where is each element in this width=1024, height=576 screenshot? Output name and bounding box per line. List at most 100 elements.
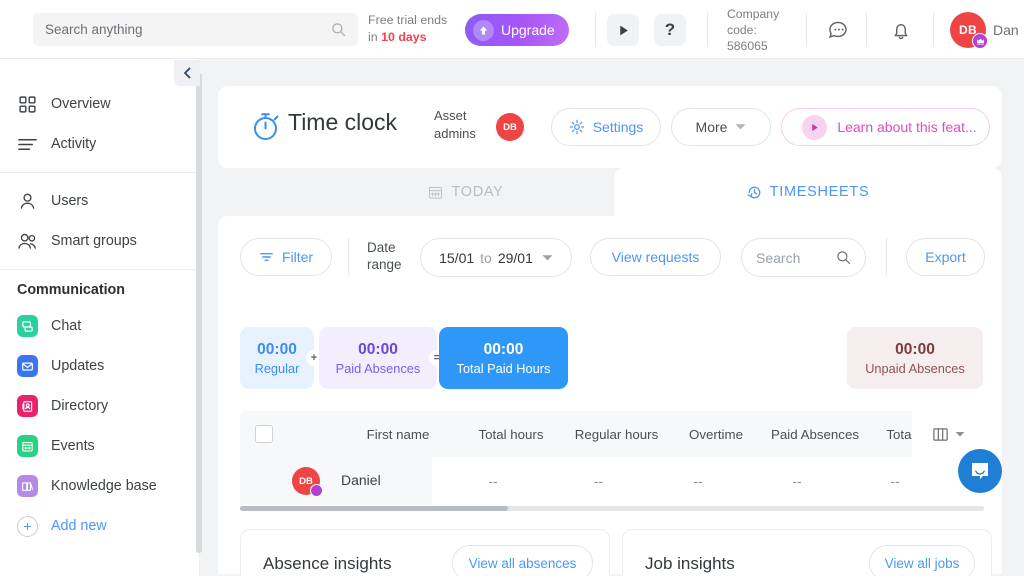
chat-icon [17, 315, 38, 337]
table-row[interactable]: DB Daniel -- -- -- -- -- [240, 457, 984, 505]
tab-today[interactable]: TODAY [318, 168, 614, 216]
sidebar-item-label: Activity [51, 136, 97, 152]
sidebar-item-overview[interactable]: Overview [0, 84, 199, 124]
tab-timesheets[interactable]: TIMESHEETS [614, 168, 1002, 216]
select-all-checkbox[interactable] [255, 425, 273, 443]
column-paid-absences[interactable]: Paid Absences [758, 427, 872, 442]
lines-icon [17, 137, 38, 152]
absence-insights-title: Absence insights [263, 554, 392, 573]
library-icon [17, 475, 38, 497]
absence-insights-card: Absence insights View all absences [240, 529, 610, 576]
row-avatar: DB [292, 467, 323, 497]
sidebar: Overview Activity Users Smart groups Com… [0, 59, 200, 576]
sidebar-item-updates[interactable]: Updates [0, 346, 199, 386]
upgrade-button[interactable]: Upgrade [465, 14, 569, 46]
export-label: Export [925, 249, 966, 265]
row-total-hours: -- [488, 473, 498, 489]
sidebar-item-chat[interactable]: Chat [0, 306, 199, 346]
history-icon [747, 186, 761, 198]
more-button[interactable]: More [671, 108, 771, 146]
sidebar-item-users[interactable]: Users [0, 181, 199, 221]
row-avatar-initials: DB [299, 475, 313, 487]
sidebar-add-new-button[interactable]: + Add new [0, 506, 199, 546]
sidebar-item-knowledge-base[interactable]: Knowledge base [0, 466, 199, 506]
table-horizontal-scrollbar[interactable] [240, 506, 984, 511]
row-first-name: Daniel [341, 472, 381, 488]
table-header: First name Total hours Regular hours Ove… [240, 411, 984, 457]
stat-unpaid-label: Unpaid Absences [865, 360, 965, 376]
more-label: More [695, 119, 728, 135]
messages-button[interactable] [824, 16, 854, 46]
timesheets-panel: Filter Date range 15/01 to 29/01 View re… [218, 216, 1002, 576]
export-button[interactable]: Export [906, 238, 985, 276]
grid-icon [17, 95, 38, 113]
crown-badge-icon [972, 33, 988, 49]
learn-feature-label: Learn about this feat... [837, 119, 977, 135]
view-all-jobs-label: View all jobs [884, 555, 960, 571]
filter-button[interactable]: Filter [240, 238, 332, 276]
time-clock-header-card: Time clock Asset admins DB Settings More… [218, 86, 1002, 168]
support-chat-button[interactable] [958, 449, 1002, 493]
row-total-pay: -- [890, 473, 900, 489]
date-range-label-text: Date range [367, 240, 402, 272]
job-insights-title: Job insights [645, 554, 735, 573]
stopwatch-icon [249, 109, 283, 148]
search-icon [837, 251, 851, 265]
stat-unpaid-value: 00:00 [895, 340, 935, 358]
stat-paid-absences-value: 00:00 [358, 340, 398, 358]
date-range-selector[interactable]: 15/01 to 29/01 [420, 238, 572, 277]
toolbar-divider-2 [886, 238, 887, 276]
help-label: ? [664, 20, 676, 39]
column-regular-hours[interactable]: Regular hours [559, 427, 674, 442]
column-first-name[interactable]: First name [333, 427, 463, 442]
users-icon [17, 232, 38, 251]
sidebar-scrollbar[interactable] [196, 73, 202, 553]
columns-icon [932, 427, 948, 441]
notifications-button[interactable] [886, 16, 916, 46]
help-button[interactable]: ? [654, 14, 686, 46]
sidebar-item-label: Directory [51, 398, 109, 414]
sidebar-item-label: Chat [51, 318, 82, 334]
divider-5 [933, 13, 934, 46]
user-avatar[interactable]: DB [950, 12, 988, 49]
row-avatar-badge-icon [310, 484, 323, 497]
sidebar-item-label: Smart groups [51, 233, 137, 249]
sidebar-item-events[interactable]: Events [0, 426, 199, 466]
divider-2 [707, 13, 708, 46]
sidebar-divider-2 [0, 269, 199, 270]
column-overtime[interactable]: Overtime [674, 427, 758, 442]
view-requests-label: View requests [611, 249, 700, 265]
stat-regular-value: 00:00 [257, 340, 297, 358]
stat-unpaid-absences: 00:00 Unpaid Absences [847, 327, 983, 389]
global-search-input[interactable]: Search anything [33, 13, 358, 46]
sidebar-item-label: Knowledge base [51, 478, 157, 494]
play-icon [802, 114, 828, 140]
filter-label: Filter [281, 249, 314, 265]
date-range-to: 29/01 [497, 249, 533, 266]
calendar-icon [429, 186, 443, 199]
date-range-from: 15/01 [439, 249, 475, 266]
view-requests-button[interactable]: View requests [590, 238, 721, 276]
row-regular-hours: -- [593, 473, 604, 489]
sidebar-item-label: Users [51, 193, 89, 209]
sidebar-item-directory[interactable]: Directory [0, 386, 199, 426]
learn-feature-button[interactable]: Learn about this feat... [781, 108, 990, 146]
stat-total-paid-label: Total Paid Hours [456, 360, 551, 376]
timesheet-search-input[interactable]: Search [741, 238, 866, 277]
sidebar-collapse-button[interactable] [174, 60, 200, 86]
divider-3 [806, 13, 807, 46]
sidebar-add-new-label: Add new [51, 518, 107, 534]
tab-timesheets-label: TIMESHEETS [769, 184, 870, 200]
upgrade-arrow-icon [473, 19, 494, 41]
play-button[interactable] [607, 14, 639, 46]
divider-1 [595, 13, 596, 46]
view-all-jobs-button[interactable]: View all jobs [869, 545, 975, 576]
sidebar-item-smart-groups[interactable]: Smart groups [0, 221, 199, 261]
view-all-absences-button[interactable]: View all absences [452, 545, 593, 576]
settings-button[interactable]: Settings [551, 108, 661, 146]
sidebar-section-communication: Communication [17, 282, 126, 298]
chevron-down-icon [955, 431, 964, 437]
sidebar-item-activity[interactable]: Activity [0, 124, 199, 164]
user-icon [17, 192, 38, 211]
column-total-hours[interactable]: Total hours [463, 427, 559, 442]
